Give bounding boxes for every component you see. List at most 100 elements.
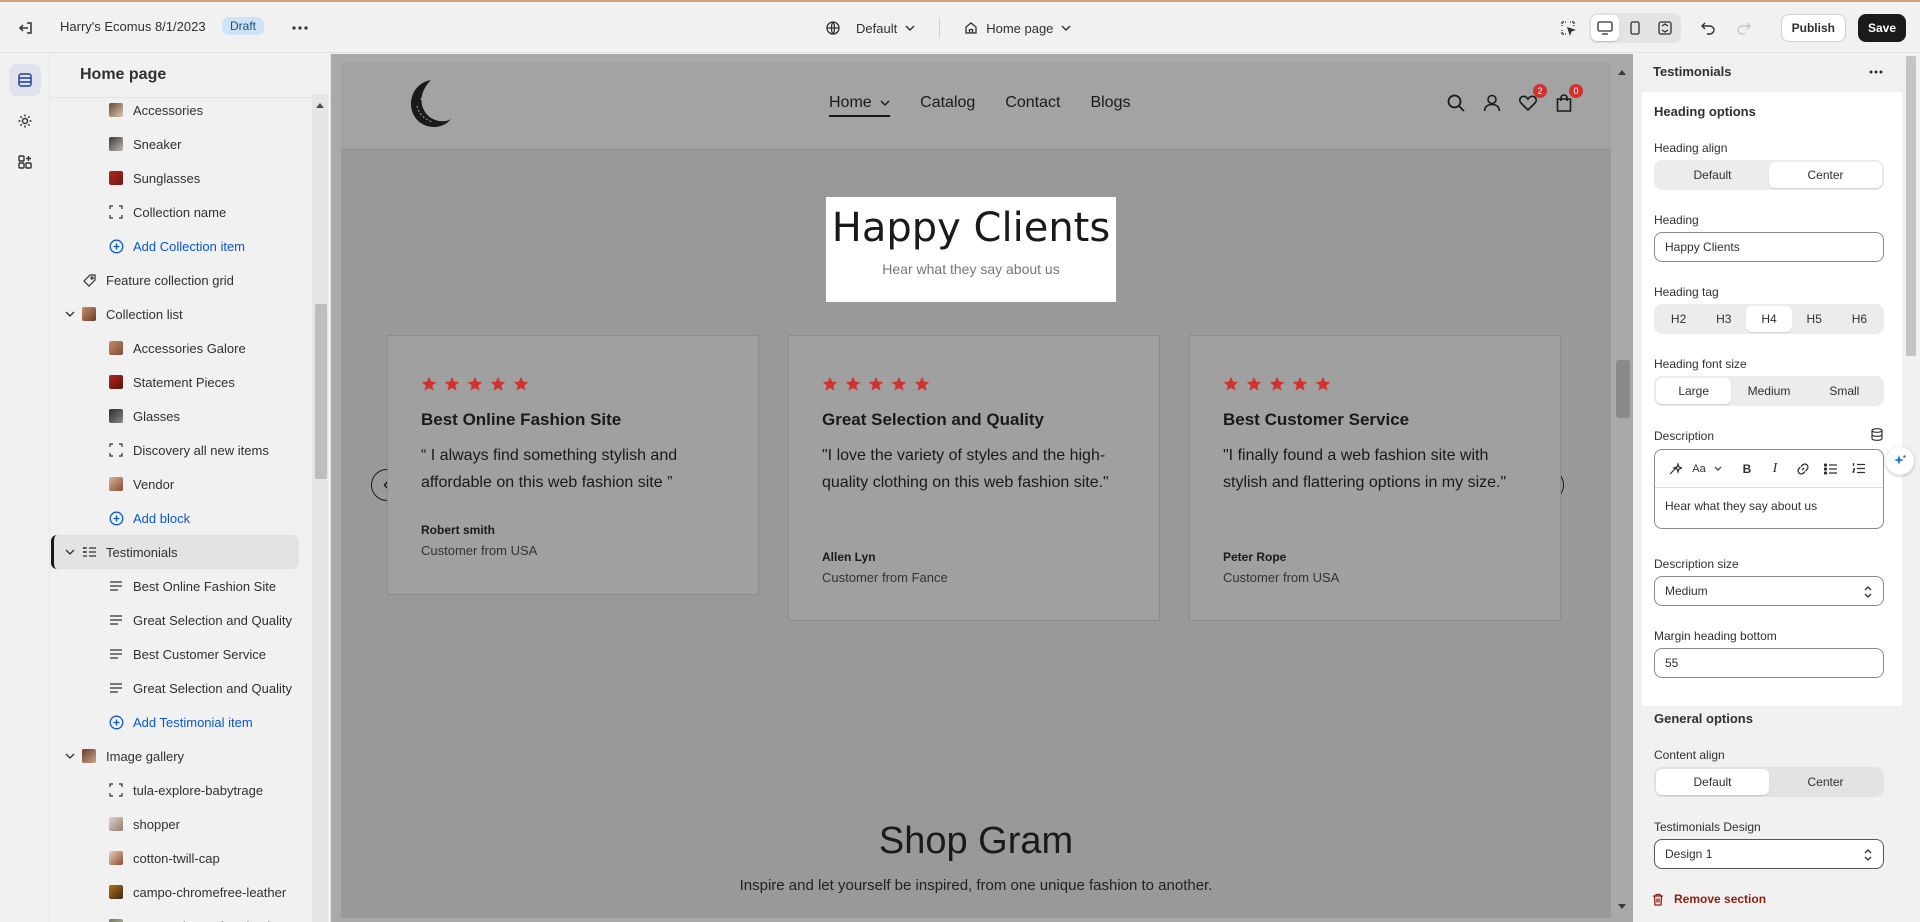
panel-scroll-thumb[interactable]: [1906, 56, 1916, 356]
exit-icon[interactable]: [14, 16, 38, 40]
tree-item[interactable]: Sneaker: [51, 127, 306, 161]
wishlist-heart-icon[interactable]: 2: [1517, 84, 1547, 114]
nav-home[interactable]: Home: [829, 94, 891, 117]
tree-item[interactable]: campo-chromefree-leather: [51, 909, 306, 922]
page-select[interactable]: Home page: [964, 16, 1071, 40]
moon-logo-icon[interactable]: [401, 76, 457, 132]
redo-icon[interactable]: [1729, 13, 1759, 43]
scroll-up-icon[interactable]: [1618, 69, 1626, 75]
description-editor[interactable]: Aa B I Hear what they say about us: [1654, 449, 1884, 529]
tree-item[interactable]: Accessories: [51, 93, 306, 127]
save-button[interactable]: Save: [1857, 14, 1906, 42]
heading-tag-h5[interactable]: H5: [1792, 306, 1837, 332]
tree-item[interactable]: Accessories Galore: [51, 331, 306, 365]
publish-button[interactable]: Publish: [1780, 14, 1846, 42]
description-text[interactable]: Hear what they say about us: [1655, 488, 1883, 524]
inspector-icon[interactable]: [1553, 13, 1583, 43]
tree-section-selected[interactable]: Testimonials: [51, 535, 299, 569]
tree-item[interactable]: Glasses: [51, 399, 306, 433]
heading-align-default[interactable]: Default: [1656, 162, 1769, 188]
tree-item[interactable]: campo-chromefree-leather: [51, 875, 306, 909]
tree-item[interactable]: Best Customer Service: [51, 637, 306, 671]
tree-section[interactable]: Feature collection grid: [51, 263, 306, 297]
star-icon: [1246, 376, 1262, 392]
numbered-list-icon[interactable]: [1845, 457, 1873, 481]
panel-more-icon[interactable]: [1864, 62, 1888, 82]
rating-stars: [1223, 376, 1331, 392]
scroll-down-icon[interactable]: [1618, 904, 1626, 910]
tree-item[interactable]: Statement Pieces: [51, 365, 306, 399]
sections-icon[interactable]: [9, 64, 41, 96]
content-align-default[interactable]: Default: [1656, 769, 1769, 795]
canvas-scrollbar[interactable]: [1611, 54, 1633, 922]
settings-panel: Testimonials Heading options Heading ali…: [1642, 54, 1920, 922]
theme-select[interactable]: Default: [826, 16, 915, 40]
add-block-button[interactable]: Add block: [51, 501, 306, 535]
tree-item[interactable]: Great Selection and Quality: [51, 603, 306, 637]
undo-icon[interactable]: [1693, 13, 1723, 43]
mobile-icon[interactable]: [1621, 15, 1649, 41]
font-size-medium[interactable]: Medium: [1731, 378, 1806, 404]
apps-icon[interactable]: [9, 146, 41, 178]
remove-section-button[interactable]: Remove section: [1652, 892, 1766, 906]
link-icon[interactable]: [1789, 457, 1817, 481]
heading-tag-h4[interactable]: H4: [1746, 306, 1792, 332]
tree-item-label: Great Selection and Quality: [133, 680, 292, 696]
add-collection-item-button[interactable]: Add Collection item: [51, 229, 306, 263]
ai-assistant-icon[interactable]: [1886, 447, 1914, 475]
tree-section[interactable]: Image gallery: [51, 739, 306, 773]
testimonials-heading-block[interactable]: Happy Clients Hear what they say about u…: [826, 197, 1116, 302]
tree-item[interactable]: tula-explore-babytrage: [51, 773, 306, 807]
sidebar-scrollbar[interactable]: [312, 94, 328, 922]
tree-item[interactable]: Collection name: [51, 195, 306, 229]
tree-item[interactable]: shopper: [51, 807, 306, 841]
heading-input[interactable]: Happy Clients: [1654, 232, 1884, 262]
nav-catalog[interactable]: Catalog: [920, 94, 975, 117]
tree-item[interactable]: Best Online Fashion Site: [51, 569, 306, 603]
more-actions-icon[interactable]: [288, 16, 312, 40]
italic-icon[interactable]: I: [1761, 457, 1789, 481]
add-testimonial-item-button[interactable]: Add Testimonial item: [51, 705, 306, 739]
nav-contact[interactable]: Contact: [1005, 94, 1060, 117]
chevron-down-icon[interactable]: [64, 546, 76, 558]
testimonial-card[interactable]: Great Selection and Quality "I love the …: [788, 335, 1160, 621]
heading-tag-h2[interactable]: H2: [1656, 306, 1701, 332]
settings-gear-icon[interactable]: [9, 105, 41, 137]
heading-tag-h6[interactable]: H6: [1837, 306, 1882, 332]
tree-item-label: tula-explore-babytrage: [133, 782, 264, 798]
cart-bag-icon[interactable]: 0: [1553, 84, 1583, 114]
search-icon[interactable]: [1445, 92, 1467, 114]
heading-align-center[interactable]: Center: [1769, 162, 1882, 188]
description-size-label: Description size: [1654, 557, 1739, 571]
panel-scrollbar[interactable]: [1902, 54, 1920, 922]
canvas-scroll-thumb[interactable]: [1616, 360, 1630, 418]
bullet-list-icon[interactable]: [1817, 457, 1845, 481]
content-align-center[interactable]: Center: [1769, 769, 1882, 795]
chevron-down-icon[interactable]: [64, 750, 76, 762]
database-icon[interactable]: [1871, 428, 1883, 446]
chevron-down-icon[interactable]: [64, 308, 76, 320]
text-style-icon[interactable]: Aa: [1689, 457, 1725, 481]
description-size-select[interactable]: Medium: [1654, 576, 1884, 606]
testimonial-card[interactable]: Best Online Fashion Site “ I always find…: [387, 335, 759, 595]
bold-icon[interactable]: B: [1733, 457, 1761, 481]
tree-item[interactable]: Discovery all new items: [51, 433, 306, 467]
testimonial-card[interactable]: Best Customer Service "I finally found a…: [1189, 335, 1561, 621]
account-icon[interactable]: [1481, 92, 1503, 114]
tree-item[interactable]: Sunglasses: [51, 161, 306, 195]
tree-item[interactable]: Great Selection and Quality: [51, 671, 306, 705]
ai-sparkle-icon[interactable]: [1661, 457, 1689, 481]
nav-blogs[interactable]: Blogs: [1090, 94, 1130, 117]
scroll-up-icon[interactable]: [316, 102, 324, 108]
heading-tag-h3[interactable]: H3: [1701, 306, 1746, 332]
sidebar-scroll-thumb[interactable]: [315, 304, 327, 479]
tree-item[interactable]: cotton-twill-cap: [51, 841, 306, 875]
testimonials-design-select[interactable]: Design 1: [1654, 839, 1884, 869]
font-size-large[interactable]: Large: [1656, 378, 1732, 404]
tree-item[interactable]: Vendor: [51, 467, 306, 501]
desktop-icon[interactable]: [1590, 15, 1619, 41]
font-size-small[interactable]: Small: [1807, 378, 1882, 404]
fullscreen-icon[interactable]: [1651, 15, 1679, 41]
tree-section[interactable]: Collection list: [51, 297, 306, 331]
margin-heading-bottom-input[interactable]: 55: [1654, 648, 1884, 678]
